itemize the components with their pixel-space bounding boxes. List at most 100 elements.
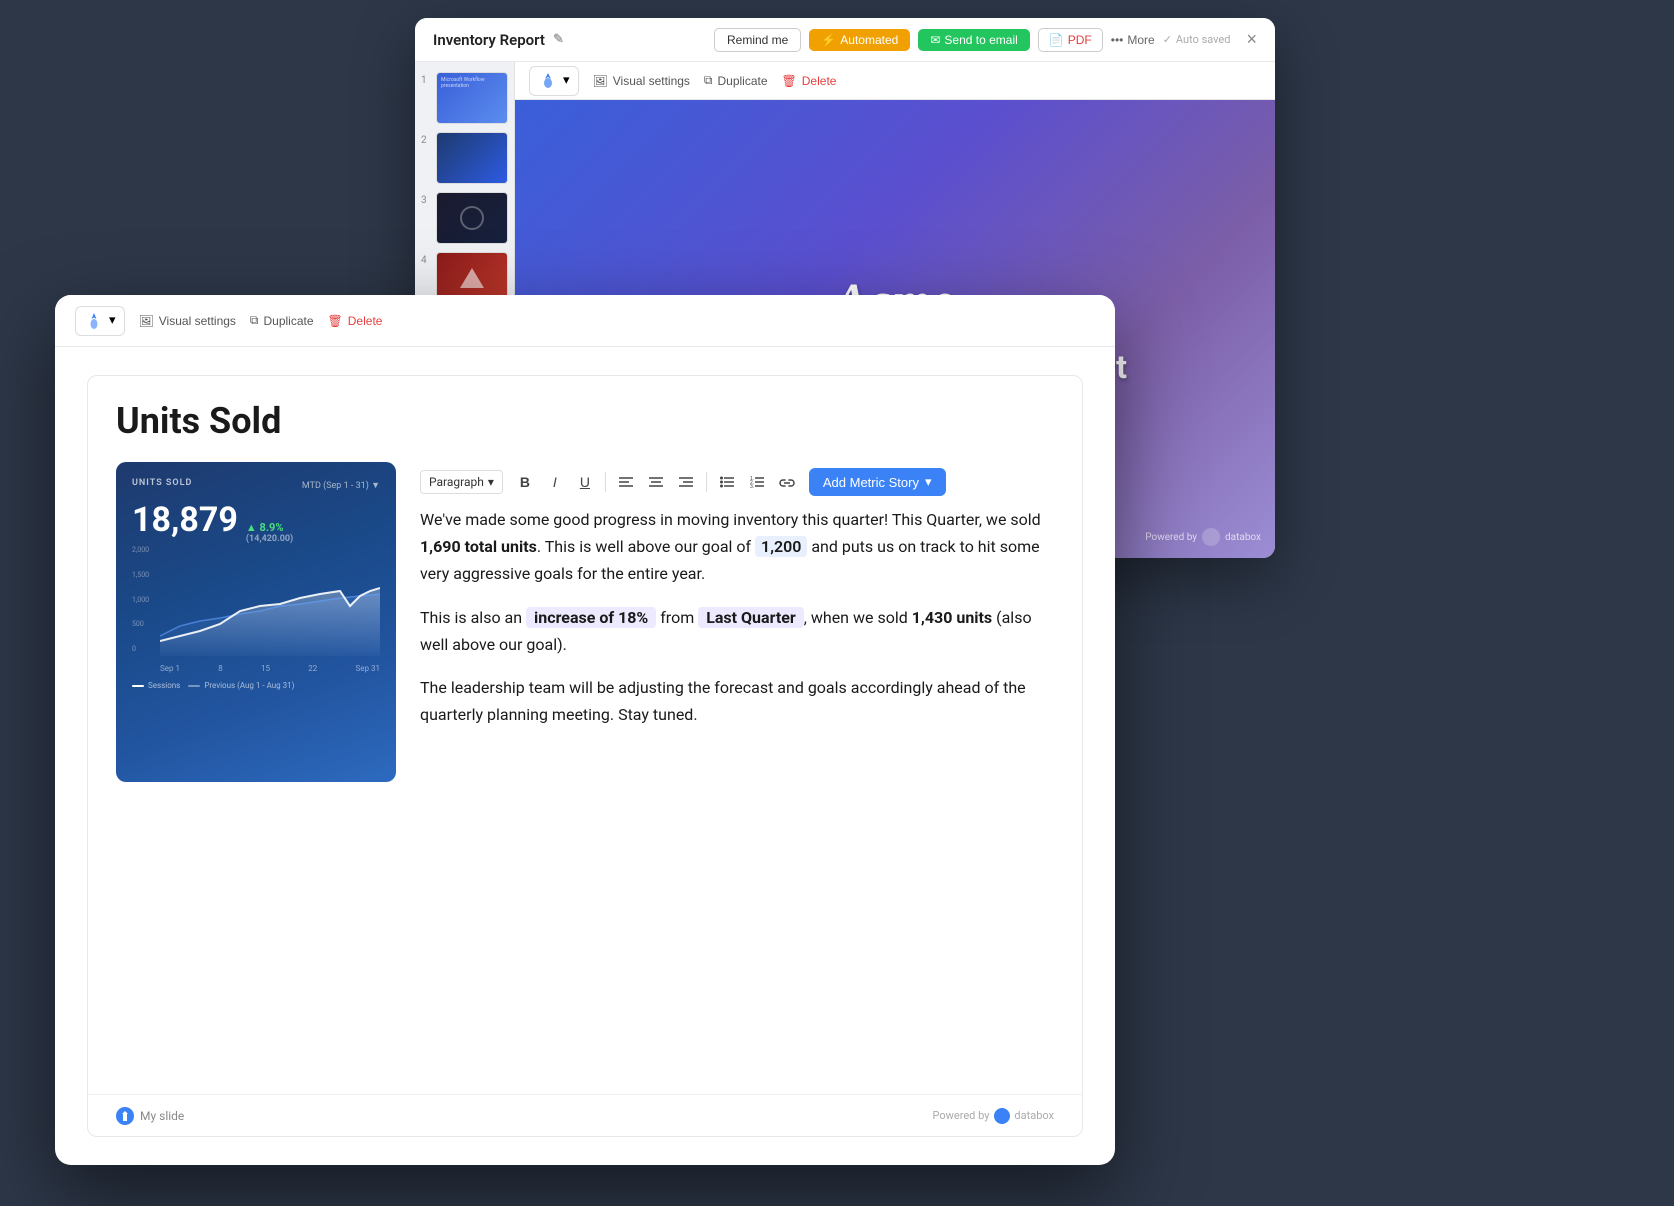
slide-footer: My slide Powered by databox xyxy=(88,1094,1082,1136)
align-right-button[interactable] xyxy=(672,468,700,496)
send-email-label: Send to email xyxy=(944,33,1017,47)
databox-name: databox xyxy=(1014,1109,1054,1122)
legend-sessions-label: Sessions xyxy=(148,681,180,690)
automated-icon: ⚡ xyxy=(821,33,836,47)
chart-legend: Sessions Previous (Aug 1 - Aug 31) xyxy=(132,681,380,690)
content-para3: The leadership team will be adjusting th… xyxy=(420,674,1054,728)
add-metric-chevron: ▾ xyxy=(925,474,932,490)
powered-by-text: Powered by xyxy=(932,1109,989,1122)
y-label-1500: 1,500 xyxy=(132,571,149,579)
editor-content[interactable]: We've made some good progress in moving … xyxy=(420,506,1054,744)
my-slide-icon xyxy=(116,1107,134,1125)
italic-icon: I xyxy=(553,474,557,490)
duplicate-button[interactable]: ⧉ Duplicate xyxy=(704,73,768,88)
para2-bold: 1,430 units xyxy=(912,608,992,627)
y-label-2000: 2,000 xyxy=(132,546,149,554)
underline-button[interactable]: U xyxy=(571,468,599,496)
back-modal-actions: Remind me ⚡ Automated ✉ Send to email 📄 … xyxy=(714,28,1257,52)
front-visual-settings-button[interactable]: 🖼 Visual settings xyxy=(139,314,236,328)
legend-previous: Previous (Aug 1 - Aug 31) xyxy=(188,681,294,690)
widget-main-value: 18,879 xyxy=(132,500,238,540)
slide-img-2[interactable] xyxy=(436,132,508,184)
slide-num-1: 1 xyxy=(421,75,431,86)
align-left-button[interactable] xyxy=(612,468,640,496)
drop-button[interactable]: ▾ xyxy=(529,66,579,96)
italic-button[interactable]: I xyxy=(541,468,569,496)
paragraph-chevron: ▾ xyxy=(488,475,494,489)
slide-num-4: 4 xyxy=(421,255,431,266)
front-delete-button[interactable]: 🗑 Delete xyxy=(328,314,383,328)
legend-previous-label: Previous (Aug 1 - Aug 31) xyxy=(204,681,294,690)
front-duplicate-button[interactable]: ⧉ Duplicate xyxy=(250,313,314,328)
slide-thumb-1[interactable]: 1 Microsoft Workflow presentation xyxy=(421,72,508,124)
edit-icon[interactable]: ✎ xyxy=(553,32,564,47)
link-button[interactable] xyxy=(773,468,801,496)
toolbar-divider-2 xyxy=(706,472,707,492)
bold-button[interactable]: B xyxy=(511,468,539,496)
x-label-sep31: Sep 31 xyxy=(356,664,380,673)
check-icon: ✓ xyxy=(1163,33,1172,46)
slide-body: UNITS SOLD MTD (Sep 1 - 31) ▼ 18,879 ▲ 8… xyxy=(88,452,1082,1094)
powered-by-back: Powered by databox xyxy=(1145,528,1261,546)
back-modal-title-text: Inventory Report xyxy=(433,31,545,49)
align-center-button[interactable] xyxy=(642,468,670,496)
delete-label: Delete xyxy=(802,74,837,88)
more-dots: ••• xyxy=(1111,33,1124,47)
slide-thumb-3[interactable]: 3 xyxy=(421,192,508,244)
toolbar-divider-1 xyxy=(605,472,606,492)
front-visual-settings-label: Visual settings xyxy=(159,314,236,328)
svg-text:3.: 3. xyxy=(750,484,754,488)
pdf-button[interactable]: 📄 PDF xyxy=(1038,28,1103,52)
databox-name-back: databox xyxy=(1225,532,1261,543)
auto-saved-label: Auto saved xyxy=(1176,33,1231,46)
legend-dot-previous xyxy=(188,685,200,687)
slide-title: Units Sold xyxy=(116,400,1054,442)
visual-settings-button[interactable]: 🖼 Visual settings xyxy=(593,74,690,88)
numbered-list-button[interactable]: 1.2.3. xyxy=(743,468,771,496)
duplicate-label: Duplicate xyxy=(718,74,768,88)
chevron-down-icon: ▾ xyxy=(563,73,570,88)
slide-thumb-2[interactable]: 2 xyxy=(421,132,508,184)
back-modal-titlebar: Inventory Report ✎ Remind me ⚡ Automated… xyxy=(415,18,1275,62)
widget-value: 18,879 ▲ 8.9% (14,420.00) xyxy=(132,500,380,544)
powered-by-footer: Powered by databox xyxy=(932,1108,1054,1124)
paragraph-select[interactable]: Paragraph ▾ xyxy=(420,470,503,494)
chart-svg xyxy=(160,546,380,656)
back-modal-title: Inventory Report ✎ xyxy=(433,31,564,49)
front-modal-toolbar: ▾ 🖼 Visual settings ⧉ Duplicate 🗑 Delete xyxy=(55,295,1115,347)
slide-content: Units Sold UNITS SOLD MTD (Sep 1 - 31) ▼… xyxy=(55,347,1115,1165)
my-slide-label: My slide xyxy=(140,1109,184,1123)
remind-button[interactable]: Remind me xyxy=(714,28,801,52)
slide-img-1[interactable]: Microsoft Workflow presentation xyxy=(436,72,508,124)
x-label-15: 15 xyxy=(261,664,270,673)
visual-settings-icon: 🖼 xyxy=(593,74,608,88)
bullet-list-button[interactable] xyxy=(713,468,741,496)
chart-x-labels: Sep 1 8 15 22 Sep 31 xyxy=(160,664,380,673)
x-label-8: 8 xyxy=(218,664,223,673)
chart-container: 2,000 1,500 1,000 500 0 xyxy=(132,546,380,673)
para1-highlight: 1,200 xyxy=(755,536,807,557)
slide-img-3[interactable] xyxy=(436,192,508,244)
more-button[interactable]: ••• More xyxy=(1111,33,1155,47)
delete-button[interactable]: 🗑 Delete xyxy=(782,74,837,88)
front-drop-button[interactable]: ▾ xyxy=(75,306,125,336)
add-metric-story-button[interactable]: Add Metric Story ▾ xyxy=(809,468,946,496)
auto-saved-status: ✓ Auto saved xyxy=(1163,33,1231,46)
databox-logo-circle xyxy=(994,1108,1010,1124)
para1-start: We've made some good progress in moving … xyxy=(420,510,1041,529)
slide-num-2: 2 xyxy=(421,135,431,146)
text-editor: Paragraph ▾ B I U xyxy=(420,462,1054,1074)
bold-icon: B xyxy=(520,474,530,490)
para2-mid2: , when we sold xyxy=(804,608,912,627)
slide-inner: Units Sold UNITS SOLD MTD (Sep 1 - 31) ▼… xyxy=(87,375,1083,1137)
front-duplicate-label: Duplicate xyxy=(264,314,314,328)
close-button[interactable]: × xyxy=(1246,29,1257,50)
automated-button[interactable]: ⚡ Automated xyxy=(809,29,910,51)
widget-period[interactable]: MTD (Sep 1 - 31) ▼ xyxy=(302,480,380,491)
content-para2: This is also an increase of 18% from Las… xyxy=(420,604,1054,658)
visual-settings-label: Visual settings xyxy=(613,74,690,88)
chart-widget: UNITS SOLD MTD (Sep 1 - 31) ▼ 18,879 ▲ 8… xyxy=(116,462,396,782)
front-duplicate-icon: ⧉ xyxy=(250,313,259,328)
add-metric-label: Add Metric Story xyxy=(823,475,919,490)
send-email-button[interactable]: ✉ Send to email xyxy=(918,29,1029,51)
